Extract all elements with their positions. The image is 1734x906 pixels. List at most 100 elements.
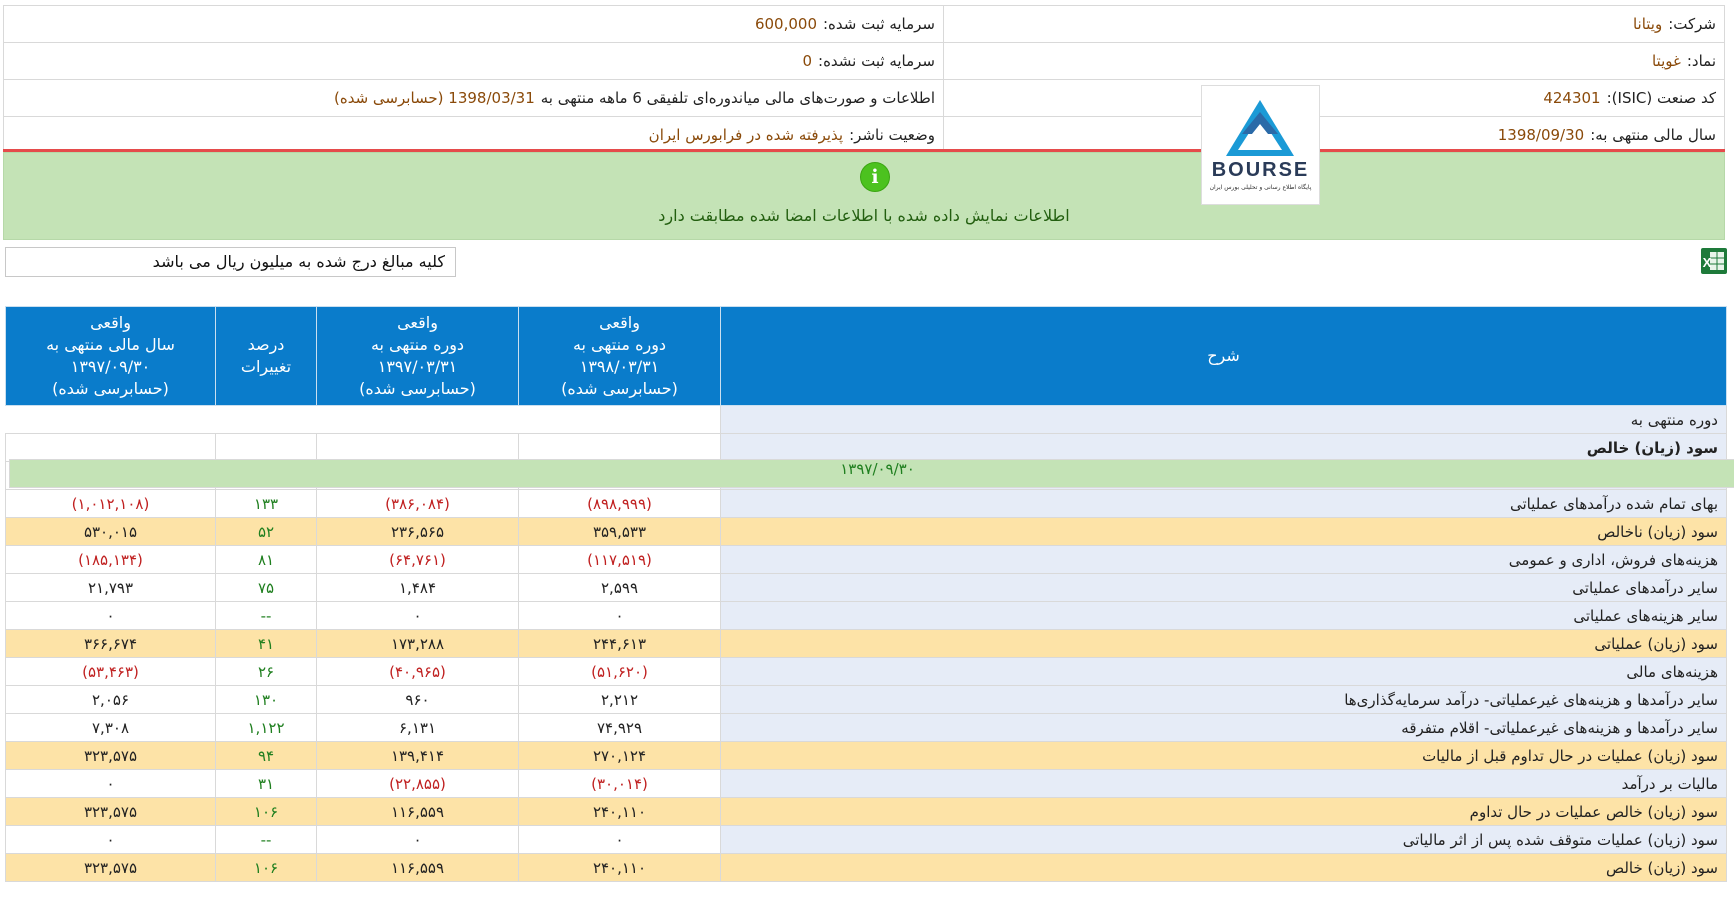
change-percent: ۳۱ [215,769,317,798]
value-period-1398 [518,433,721,462]
header-line: ۱۳۹۸/۰۳/۳۱ [579,357,660,376]
table-row: مالیات بر درآمد (۳۰,۰۱۴) (۲۲,۸۵۵) ۳۱ ۰ [5,769,1727,798]
change-percent: ۲۶ [215,657,317,686]
logo-text: BOURSE [1212,159,1310,181]
company-name[interactable]: ویتانا [1633,15,1662,33]
value-period-1398: ۲۴۰,۱۱۰ [518,853,721,882]
report-title: اطلاعات و صورت‌های مالی میاندوره‌ای تلفی… [540,89,935,107]
value-period-1397 [316,433,519,462]
company-cell: شرکت: ویتانا [944,6,1724,42]
row-description: مالیات بر درآمد [720,769,1727,798]
value-fiscal-1397: ۳۲۳,۵۷۵ [5,853,216,882]
value-period-1398: ۷۴,۹۲۹ [518,713,721,742]
value-fiscal-1397: ۲,۰۵۶ [5,685,216,714]
table-row: بهای تمام شده درآمدهای عملیاتی (۸۹۸,۹۹۹)(… [5,489,1727,518]
value-fiscal-1397: (۵۳,۴۶۳) [5,657,216,686]
excel-icon-graphic: X [1701,248,1727,274]
bourse-logo-graphic: BOURSE پایگاه اطلاع رسانی و تحلیلی بورس … [1210,100,1312,191]
publisher-status-label: وضعیت ناشر: [849,126,935,144]
value-fiscal-1397: ۰ [5,769,216,798]
value-fiscal-1397: ۳۶۶,۶۷۴ [5,629,216,658]
table-row: هزینه‌های فروش، اداری و عمومی (۱۱۷,۵۱۹) (۶… [5,545,1727,574]
value-fiscal-1397: ۰ [5,825,216,854]
value-fiscal-1397: ۳۲۳,۵۷۵ [5,741,216,770]
change-percent: ۹۴ [215,741,317,770]
fiscal-year-label: سال مالی منتهی به: [1590,126,1716,144]
table-body: دوره منتهی به۱۳۹۸/۰۳/۳۱۱۳۹۷/۰۳/۳۱۱۳۹۷/۰۹… [5,405,1734,882]
value-period-1397: ۰ [316,601,519,630]
excel-export-icon[interactable]: X [1700,246,1728,276]
header-row-1: شرکت: ویتانا سرمایه ثبت شده: 600,000 [4,6,1724,43]
svg-text:X: X [1703,255,1712,270]
header-row-4: سال مالی منتهی به: 1398/09/30 وضعیت ناشر… [4,117,1724,153]
value-period-1397: (۶۴,۷۶۱) [316,545,519,574]
row-description: سود (زیان) عملیات متوقف شده پس از اثر ما… [720,825,1727,854]
header-line: واقعی [90,313,131,332]
table-row: سود (زیان) خالص ۲۴۰,۱۱۰ ۱۱۶,۵۵۹ ۱۰۶ ۳۲۳,۵۷۵ [5,853,1727,882]
symbol-label: نماد: [1686,52,1716,70]
isic-label: کد صنعت (ISIC): [1606,89,1716,107]
value-period-1397: ۱,۴۸۴ [316,573,519,602]
registered-capital-cell: سرمایه ثبت شده: 600,000 [4,6,944,42]
change-percent [215,433,317,462]
row-description: سایر درآمدهای عملیاتی [720,573,1727,602]
value-period-1397: ۰ [316,825,519,854]
verification-banner: i اطلاعات نمایش داده شده با اطلاعات امضا… [3,152,1725,240]
value-period-1398: (۱۱۷,۵۱۹) [518,545,721,574]
row-description: هزینه‌های مالی [720,657,1727,686]
header-line: ۱۳۹۷/۰۹/۳۰ [70,357,151,376]
registered-capital-label: سرمایه ثبت شده: [823,15,935,33]
value-period-1398: ۲,۲۱۲ [518,685,721,714]
table-row: سود (زیان) عملیات در حال تداوم قبل از ما… [5,741,1727,770]
row-description: سود (زیان) عملیاتی [720,629,1727,658]
value-period-1398: ۳۵۹,۵۳۳ [518,517,721,546]
value-period-1397: ۱۷۳,۲۸۸ [316,629,519,658]
row-description: هزینه‌های فروش، اداری و عمومی [720,545,1727,574]
value-period-1397: ۹۶۰ [316,685,519,714]
header-line: شرح [1207,346,1240,365]
symbol-cell: نماد: غویتا [944,43,1724,79]
symbol-value[interactable]: غویتا [1652,52,1681,70]
change-percent: ۵۲ [215,517,317,546]
bourse-logo[interactable]: BOURSE پایگاه اطلاع رسانی و تحلیلی بورس … [1201,85,1320,205]
header-line: دوره منتهی به [572,335,667,354]
value-fiscal-1397: ۲۱,۷۹۳ [5,573,216,602]
value-fiscal-1397 [5,433,216,462]
table-header-row: شرح واقعی دوره منتهی به ۱۳۹۸/۰۳/۳۱ (حسابرسی … [5,306,1727,406]
report-date-status: 1398/03/31 (حسابرسی شده) [334,89,535,107]
row-description: سایر هزینه‌های عملیاتی [720,601,1727,630]
value-period-1398: ۲,۵۹۹ [518,573,721,602]
column-change-percent-header: درصد تغییرات [215,306,317,406]
column-description-header: شرح [720,306,1727,406]
value-fiscal-1397: (۱۸۵,۱۳۴) [5,545,216,574]
value-fiscal-1397: ۱۳۹۷/۰۹/۳۰ [8,458,1734,488]
report-title-cell: اطلاعات و صورت‌های مالی میاندوره‌ای تلفی… [4,80,944,116]
table-row: سود (زیان) خالص [5,433,1727,462]
header-line: (حسابرسی شده) [359,379,476,398]
company-label: شرکت: [1668,15,1716,33]
value-period-1397: (۴۰,۹۶۵) [316,657,519,686]
header-line: ۱۳۹۷/۰۳/۳۱ [377,357,458,376]
table-row: سود (زیان) ناخالص ۳۵۹,۵۳۳ ۲۳۶,۵۶۵ ۵۲ ۵۳۰,۰۱۵ [5,517,1727,546]
isic-value: 424301 [1543,89,1601,107]
value-fiscal-1397: ۵۳۰,۰۱۵ [5,517,216,546]
table-row: سایر درآمدهای عملیاتی ۲,۵۹۹ ۱,۴۸۴ ۷۵ ۲۱,۷۹۳ [5,573,1727,602]
info-icon: i [860,162,890,192]
unregistered-capital-cell: سرمایه ثبت نشده: 0 [4,43,944,79]
change-percent: ۷۵ [215,573,317,602]
value-period-1397: ۶,۱۳۱ [316,713,519,742]
header-line: درصد [247,335,285,354]
change-percent: ۴۱ [215,629,317,658]
verification-message: اطلاعات نمایش داده شده با اطلاعات امضا ش… [658,206,1070,225]
header-line: تغییرات [240,357,292,376]
table-row: هزینه‌های مالی (۵۱,۶۲۰) (۴۰,۹۶۵) ۲۶ (۵۳,۴۶۳) [5,657,1727,686]
value-period-1397: (۳۸۶,۰۸۴) [316,489,519,518]
value-period-1397: ۱۱۶,۵۵۹ [316,797,519,826]
row-description: بهای تمام شده درآمدهای عملیاتی [720,489,1727,518]
value-period-1397: ۱۱۶,۵۵۹ [316,853,519,882]
header-row-2: نماد: غویتا سرمایه ثبت نشده: 0 [4,43,1724,80]
row-description: سود (زیان) خالص [720,433,1727,462]
value-period-1397: ۲۳۶,۵۶۵ [316,517,519,546]
value-period-1398: (۸۹۸,۹۹۹) [518,489,721,518]
publisher-status-cell: وضعیت ناشر: پذیرفته شده در فرابورس ایران [4,117,944,153]
